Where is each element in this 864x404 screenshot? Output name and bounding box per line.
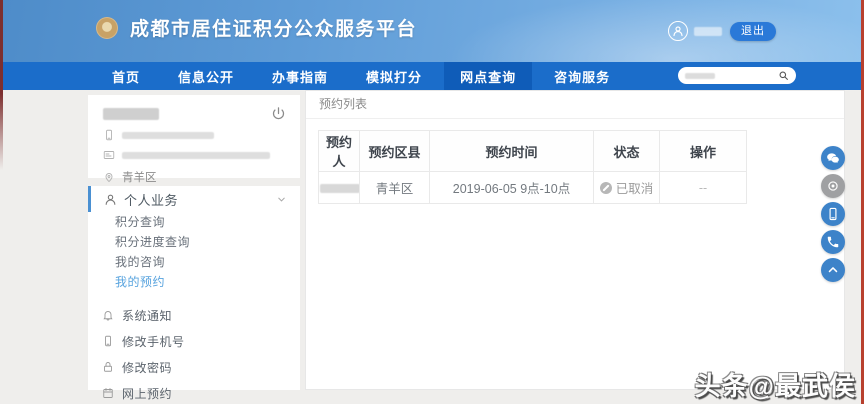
main-nav: 首页 信息公开 办事指南 模拟打分 网点查询 咨询服务 xyxy=(0,62,864,90)
lock-icon xyxy=(104,362,112,372)
col-district: 预约区县 xyxy=(359,130,430,172)
redacted-id-number xyxy=(122,151,270,159)
status-cancelled-icon xyxy=(599,181,612,194)
notification-icon xyxy=(103,311,113,321)
brand: 成都市居住证积分公众服务平台 xyxy=(96,14,417,41)
cell-status: 已取消 xyxy=(593,171,660,204)
panel-title: 预约列表 xyxy=(306,91,844,119)
nav-item-branch-query[interactable]: 网点查询 xyxy=(444,62,533,90)
redacted-search-placeholder xyxy=(685,72,715,79)
col-operation: 操作 xyxy=(659,130,747,172)
cell-person xyxy=(318,171,360,204)
sidebar-item-online-booking[interactable]: 网上预约 xyxy=(88,380,300,404)
nav-item-consult-service[interactable]: 咨询服务 xyxy=(538,62,626,90)
user-info-card: 青羊区 xyxy=(88,95,300,184)
search-box[interactable] xyxy=(678,67,796,84)
col-person: 预约人 xyxy=(318,130,360,172)
left-edge-artifact xyxy=(0,0,3,170)
section-label: 个人业务 xyxy=(124,192,179,208)
col-status: 状态 xyxy=(593,130,660,172)
logout-button[interactable]: 退出 xyxy=(730,21,776,41)
header-user-area: 退出 xyxy=(668,21,776,41)
id-card-icon xyxy=(103,151,115,159)
col-time: 预约时间 xyxy=(429,130,594,172)
smartphone-icon xyxy=(106,129,112,141)
redacted-user-name xyxy=(103,108,159,120)
floating-toolbar xyxy=(821,146,845,286)
sidebar-item-change-phone[interactable]: 修改手机号 xyxy=(88,328,300,354)
nav-item-home[interactable]: 首页 xyxy=(96,62,156,90)
smartphone-icon xyxy=(105,335,111,347)
user-district-row: 青羊区 xyxy=(103,169,286,185)
sidebar-item-system-notice[interactable]: 系统通知 xyxy=(88,302,300,328)
sidebar-item-my-consult[interactable]: 我的咨询 xyxy=(88,252,300,272)
table-header-row: 预约人 预约区县 预约时间 状态 操作 xyxy=(318,130,747,172)
user-avatar-icon[interactable] xyxy=(668,21,688,41)
sidebar-item-change-password[interactable]: 修改密码 xyxy=(88,354,300,380)
appointments-table: 预约人 预约区县 预约时间 状态 操作 青羊区 2019-06-05 9点-10… xyxy=(318,130,747,204)
user-id-row xyxy=(103,149,286,161)
app-screenshot: 成都市居住证积分公众服务平台 退出 首页 信息公开 办事指南 模拟打分 网点查询… xyxy=(0,0,864,404)
table-row: 青羊区 2019-06-05 9点-10点 已取消 -- xyxy=(318,171,747,204)
redacted-username xyxy=(694,26,722,36)
nav-item-simulated-scoring[interactable]: 模拟打分 xyxy=(350,62,438,90)
sidebar-menu: 个人业务 积分查询 积分进度查询 我的咨询 我的预约 系统通知 修改手机号 修改… xyxy=(88,186,300,401)
sidebar-section-personal-business[interactable]: 个人业务 xyxy=(88,186,300,212)
sidebar-tools: 系统通知 修改手机号 修改密码 网上预约 xyxy=(88,302,300,404)
site-header: 成都市居住证积分公众服务平台 退出 xyxy=(0,0,864,62)
status-text: 已取消 xyxy=(615,182,654,196)
appointment-panel: 预约列表 预约人 预约区县 预约时间 状态 操作 青羊区 2019-06-05 … xyxy=(305,90,845,390)
mobile-app-icon[interactable] xyxy=(821,202,845,226)
location-pin-icon xyxy=(105,173,113,183)
phone-icon[interactable] xyxy=(821,230,845,254)
person-icon xyxy=(105,194,116,205)
sidebar-item-points-progress-query[interactable]: 积分进度查询 xyxy=(88,232,300,252)
cell-time: 2019-06-05 9点-10点 xyxy=(429,171,594,204)
site-title: 成都市居住证积分公众服务平台 xyxy=(130,19,418,40)
chevron-down-icon xyxy=(276,194,287,205)
search-icon[interactable] xyxy=(778,70,789,81)
tool-label: 系统通知 xyxy=(122,308,173,323)
site-logo-icon xyxy=(96,16,118,39)
redacted-phone-number xyxy=(122,131,214,139)
weibo-icon[interactable] xyxy=(821,174,845,198)
nav-item-info-disclosure[interactable]: 信息公开 xyxy=(162,62,250,90)
wechat-icon[interactable] xyxy=(821,146,845,170)
tool-label: 修改手机号 xyxy=(122,334,185,349)
power-logout-icon[interactable] xyxy=(271,106,286,121)
sidebar-item-my-appointments[interactable]: 我的预约 xyxy=(88,272,300,292)
user-district: 青羊区 xyxy=(122,172,157,184)
back-to-top-icon[interactable] xyxy=(821,258,845,282)
user-phone-row xyxy=(103,129,286,141)
watermark: 头条@最武侯 xyxy=(694,371,856,401)
sidebar-item-points-query[interactable]: 积分查询 xyxy=(88,212,300,232)
tool-label: 修改密码 xyxy=(122,360,173,375)
nav-item-service-guide[interactable]: 办事指南 xyxy=(256,62,344,90)
cell-operation: -- xyxy=(659,171,747,204)
redacted-person-name xyxy=(320,183,359,193)
cell-district: 青羊区 xyxy=(359,171,430,204)
calendar-icon xyxy=(103,388,113,398)
tool-label: 网上预约 xyxy=(122,386,173,401)
